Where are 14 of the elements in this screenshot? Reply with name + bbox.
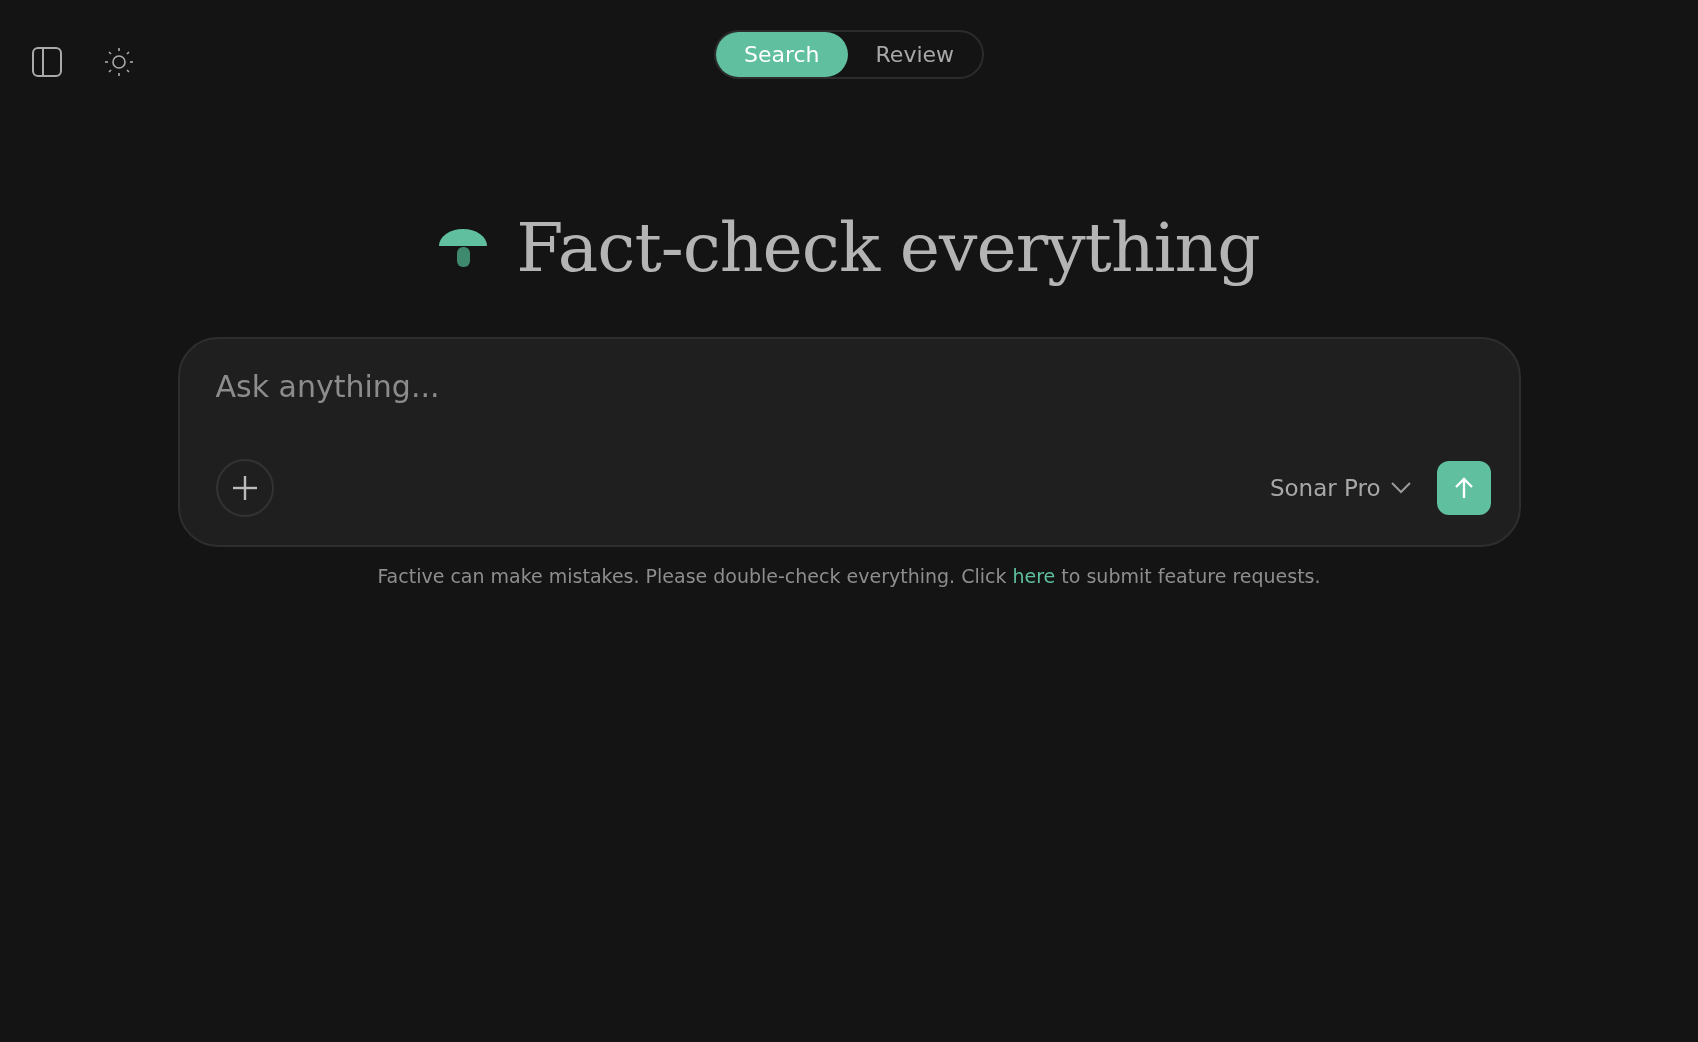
mushroom-logo-icon [438, 227, 489, 268]
send-button[interactable] [1436, 461, 1491, 515]
chevron-down-icon [1390, 482, 1411, 494]
feature-request-link[interactable]: here [1012, 565, 1056, 587]
sidebar-toggle-icon[interactable] [32, 46, 62, 77]
add-button[interactable] [215, 459, 274, 517]
mode-tab[interactable]: Review [847, 32, 983, 77]
page-heading: Fact-check everything [516, 208, 1260, 287]
arrow-up-icon [1453, 477, 1474, 499]
model-dropdown[interactable]: Sonar Pro [1269, 475, 1411, 501]
disclaimer-text: Factive can make mistakes. Please double-check everything. Click here to submit feature requests. [377, 565, 1321, 587]
plus-icon [231, 475, 258, 501]
sun-icon[interactable] [104, 46, 134, 77]
question-input-field[interactable]: Ask anything... [215, 365, 1491, 408]
